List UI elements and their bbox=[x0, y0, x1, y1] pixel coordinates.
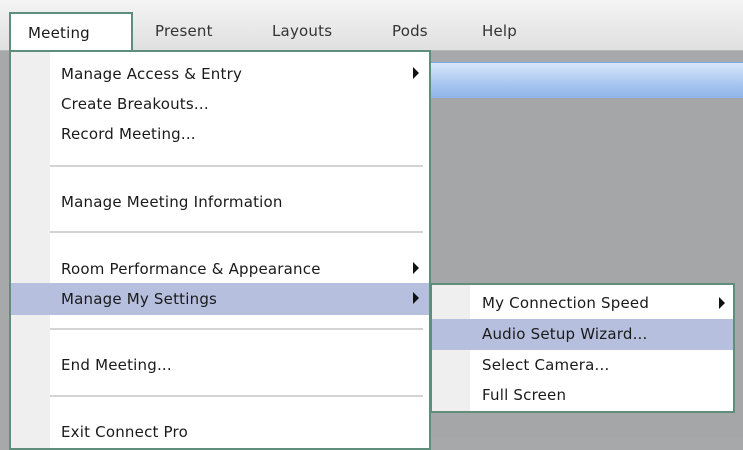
menu-item-label: Manage Access & Entry bbox=[61, 65, 243, 83]
menu-bar: Meeting Present Layouts Pods Help bbox=[0, 0, 743, 51]
menu-help[interactable]: Help bbox=[482, 12, 517, 50]
menu-item-exit-connect-pro[interactable]: Exit Connect Pro bbox=[11, 416, 429, 448]
settings-submenu: My Connection Speed Audio Setup Wizard..… bbox=[430, 283, 735, 413]
pod-title-bar bbox=[420, 62, 743, 99]
submenu-item-audio-setup-wizard[interactable]: Audio Setup Wizard... bbox=[432, 319, 733, 350]
submenu-item-select-camera[interactable]: Select Camera... bbox=[432, 350, 733, 381]
menu-item-room-performance-appearance[interactable]: Room Performance & Appearance bbox=[11, 253, 429, 285]
submenu-item-label: Audio Setup Wizard... bbox=[482, 325, 648, 343]
submenu-arrow-icon bbox=[413, 292, 419, 304]
menu-pods[interactable]: Pods bbox=[392, 12, 428, 50]
menu-separator bbox=[50, 395, 423, 397]
menu-item-label: End Meeting... bbox=[61, 356, 172, 374]
menu-item-manage-access-entry[interactable]: Manage Access & Entry bbox=[11, 58, 429, 90]
menu-item-label: Room Performance & Appearance bbox=[61, 260, 321, 278]
submenu-item-label: Full Screen bbox=[482, 386, 567, 404]
menu-separator bbox=[50, 231, 423, 233]
menu-separator bbox=[50, 165, 423, 167]
menu-item-create-breakouts[interactable]: Create Breakouts... bbox=[11, 88, 429, 120]
menu-layouts[interactable]: Layouts bbox=[272, 12, 332, 50]
menu-item-manage-meeting-information[interactable]: Manage Meeting Information bbox=[11, 186, 429, 218]
menu-separator bbox=[50, 328, 423, 330]
submenu-item-label: Select Camera... bbox=[482, 356, 610, 374]
menu-item-label: Manage My Settings bbox=[61, 290, 218, 308]
submenu-item-label: My Connection Speed bbox=[482, 294, 650, 312]
menu-item-end-meeting[interactable]: End Meeting... bbox=[11, 349, 429, 381]
meeting-dropdown-menu: Manage Access & Entry Create Breakouts..… bbox=[9, 50, 431, 450]
menu-meeting[interactable]: Meeting bbox=[9, 12, 133, 50]
menu-item-record-meeting[interactable]: Record Meeting... bbox=[11, 118, 429, 150]
menu-present[interactable]: Present bbox=[155, 12, 213, 50]
submenu-arrow-icon bbox=[413, 262, 419, 274]
menu-item-label: Manage Meeting Information bbox=[61, 193, 283, 211]
submenu-arrow-icon bbox=[413, 67, 419, 79]
menu-item-label: Record Meeting... bbox=[61, 125, 196, 143]
menu-item-label: Exit Connect Pro bbox=[61, 423, 188, 441]
submenu-arrow-icon bbox=[719, 297, 725, 309]
submenu-item-full-screen[interactable]: Full Screen bbox=[432, 380, 733, 411]
menu-item-label: Create Breakouts... bbox=[61, 95, 209, 113]
submenu-item-my-connection-speed[interactable]: My Connection Speed bbox=[432, 288, 733, 319]
menu-item-manage-my-settings[interactable]: Manage My Settings bbox=[11, 283, 429, 315]
